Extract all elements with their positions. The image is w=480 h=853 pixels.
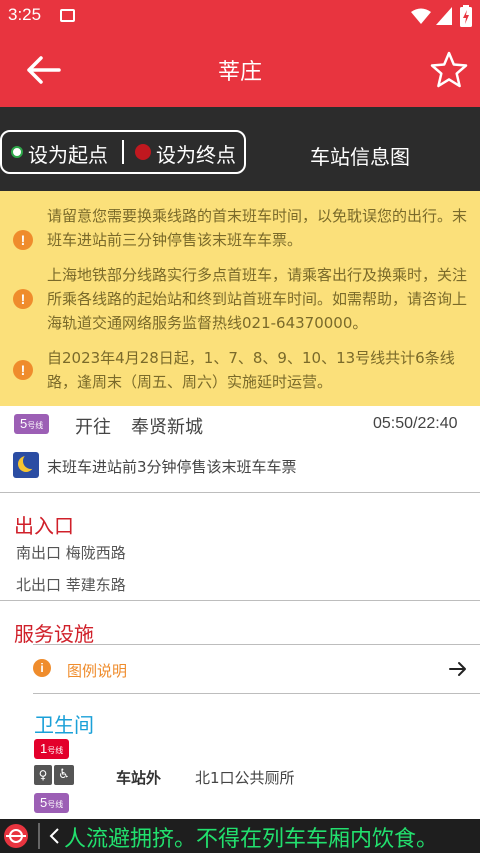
action-bar: 设为起点 设为终点 车站信息图	[0, 107, 480, 191]
set-destination-button[interactable]: 设为终点	[126, 132, 244, 172]
pill-divider	[122, 140, 124, 164]
toward-label: 开往	[75, 417, 111, 438]
line-badge: 5号线	[34, 793, 70, 813]
toilet-detail: 北1口公共厕所	[195, 769, 295, 787]
line-badge-suffix: 号线	[27, 421, 44, 430]
legend-label: 图例说明	[67, 662, 128, 680]
divider	[0, 492, 480, 493]
wifi-icon	[411, 8, 431, 24]
announcement-ticker: 人流避拥挤。不得在列车车厢内饮食。	[0, 819, 480, 853]
divider	[33, 693, 480, 694]
ticker-divider	[38, 823, 40, 849]
services-title: 服务设施	[14, 622, 94, 646]
destination-name: 奉贤新城	[131, 417, 203, 438]
arrow-right-icon	[449, 662, 466, 676]
warning-icon: !	[13, 360, 33, 380]
set-origin-label: 设为起点	[28, 143, 108, 167]
info-icon: i	[33, 659, 51, 677]
chevron-left-icon[interactable]	[48, 827, 60, 845]
notice-text: 请留意您需要换乘线路的首末班车时间，以免耽误您的出行。末班车进站前三分钟停售该末…	[47, 207, 468, 249]
legend-row[interactable]: i 图例说明	[33, 646, 480, 692]
app-bar: 莘庄	[0, 34, 480, 107]
exit-item[interactable]: 南出口 梅陇西路	[16, 542, 126, 563]
line-badge-suffix: 号线	[47, 746, 64, 755]
line-badge-suffix: 号线	[47, 800, 64, 809]
image-notification-icon	[60, 9, 75, 22]
ticker-text: 人流避拥挤。不得在列车车厢内饮食。	[64, 827, 439, 852]
status-time: 3:25	[8, 5, 42, 24]
origin-dot-icon	[11, 146, 23, 158]
line-badge: 1号线	[34, 739, 70, 759]
restroom-accessible-icon: ♀ ♿	[34, 765, 74, 785]
set-destination-label: 设为终点	[156, 143, 236, 167]
notice-text: 自2023年4月28日起，1、7、8、9、10、13号线共计6条线路，逢周末（周…	[47, 349, 455, 391]
toilet-title: 卫生间	[34, 713, 94, 737]
metro-logo-icon	[4, 824, 28, 848]
moon-icon	[13, 452, 39, 478]
divider	[0, 600, 480, 601]
warning-icon: !	[13, 289, 33, 309]
status-bar: 3:25	[0, 0, 480, 34]
page-title: 莘庄	[217, 60, 262, 85]
first-last-train-time: 05:50/22:40	[373, 415, 458, 432]
origin-destination-toggle: 设为起点 设为终点	[0, 130, 246, 174]
set-origin-button[interactable]: 设为起点	[2, 132, 122, 172]
last-train-note: 末班车进站前3分钟停售该末班车车票	[47, 458, 297, 476]
favorite-star-icon[interactable]	[430, 51, 468, 89]
divider	[33, 644, 480, 645]
notice-text: 上海地铁部分线路实行多点首班车，请乘客出行及换乘时，关注所乘各线路的起始站和终到…	[47, 266, 468, 332]
line-badge: 5号线	[14, 414, 50, 434]
exit-item[interactable]: 北出口 莘建东路	[16, 574, 126, 595]
notice-panel: ! 请留意您需要换乘线路的首末班车时间，以免耽误您的出行。末班车进站前三分钟停售…	[0, 191, 480, 406]
station-map-button[interactable]: 车站信息图	[310, 141, 410, 170]
cell-signal-icon	[436, 7, 452, 25]
toilet-location: 车站外	[116, 769, 162, 787]
destination-dot-icon	[135, 144, 151, 160]
warning-icon: !	[13, 230, 33, 250]
line-info-section: 5号线 开往 奉贤新城 05:50/22:40 末班车进站前3分钟停售该末班车车…	[0, 406, 480, 492]
battery-icon	[460, 5, 472, 27]
exits-title: 出入口	[14, 514, 74, 538]
